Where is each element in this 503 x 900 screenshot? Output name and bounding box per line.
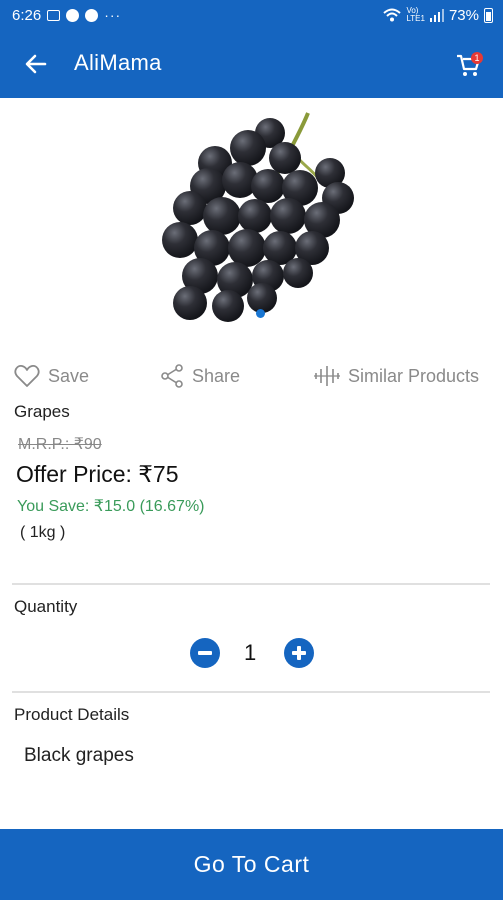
status-time: 6:26 xyxy=(12,6,42,24)
chat-notification-icon xyxy=(85,8,99,22)
product-unit: ( 1kg ) xyxy=(20,524,66,541)
status-left: 6:26 ··· xyxy=(12,7,121,24)
save-button[interactable]: Save xyxy=(14,364,89,388)
share-button[interactable]: Share xyxy=(160,364,240,388)
offer-price: Offer Price: ₹75 xyxy=(16,461,179,487)
decrease-quantity-button[interactable] xyxy=(190,638,220,668)
product-details-label: Product Details xyxy=(14,705,130,724)
similar-products-label: Similar Products xyxy=(348,365,480,386)
more-notifications-icon: ··· xyxy=(104,7,122,23)
you-save: You Save: ₹15.0 (16.67%) xyxy=(17,498,205,515)
messenger-notification-icon xyxy=(66,8,80,22)
battery-percent: 73% xyxy=(448,6,479,24)
share-icon xyxy=(161,364,183,388)
status-bar: 6:26 ··· Vo) LTE1 73% xyxy=(0,0,503,30)
similar-products-icon xyxy=(314,366,340,386)
increase-quantity-button[interactable] xyxy=(284,638,314,668)
heart-icon xyxy=(14,365,40,387)
divider xyxy=(12,583,490,585)
wifi-icon xyxy=(383,8,402,22)
carousel-indicator[interactable] xyxy=(256,309,265,318)
divider xyxy=(12,691,490,693)
quantity-label: Quantity xyxy=(14,597,78,616)
app-title: AliMama xyxy=(74,50,162,75)
product-details-text: Black grapes xyxy=(24,745,134,766)
volte-indicator: Vo) LTE1 xyxy=(406,6,425,23)
share-label: Share xyxy=(192,365,241,386)
signal-icon xyxy=(429,9,444,22)
product-name: Grapes xyxy=(14,402,70,421)
go-to-cart-button[interactable]: Go To Cart xyxy=(0,829,503,900)
gallery-notification-icon xyxy=(47,9,61,21)
arrow-left-icon[interactable] xyxy=(22,50,50,78)
product-actions: Save Share Similar Products xyxy=(0,364,503,394)
shopping-cart-icon[interactable]: 1 xyxy=(455,50,485,80)
go-to-cart-label: Go To Cart xyxy=(193,851,310,877)
similar-products-button[interactable]: Similar Products xyxy=(314,364,479,388)
battery-icon xyxy=(484,7,493,23)
cart-badge-count: 1 xyxy=(474,53,479,63)
quantity-value: 1 xyxy=(244,640,257,665)
save-label: Save xyxy=(48,365,90,386)
product-mrp: M.R.P.: ₹90 xyxy=(18,436,102,453)
app-bar: AliMama 1 xyxy=(0,30,503,98)
status-right: Vo) LTE1 73% xyxy=(383,7,493,24)
product-image xyxy=(162,112,354,322)
